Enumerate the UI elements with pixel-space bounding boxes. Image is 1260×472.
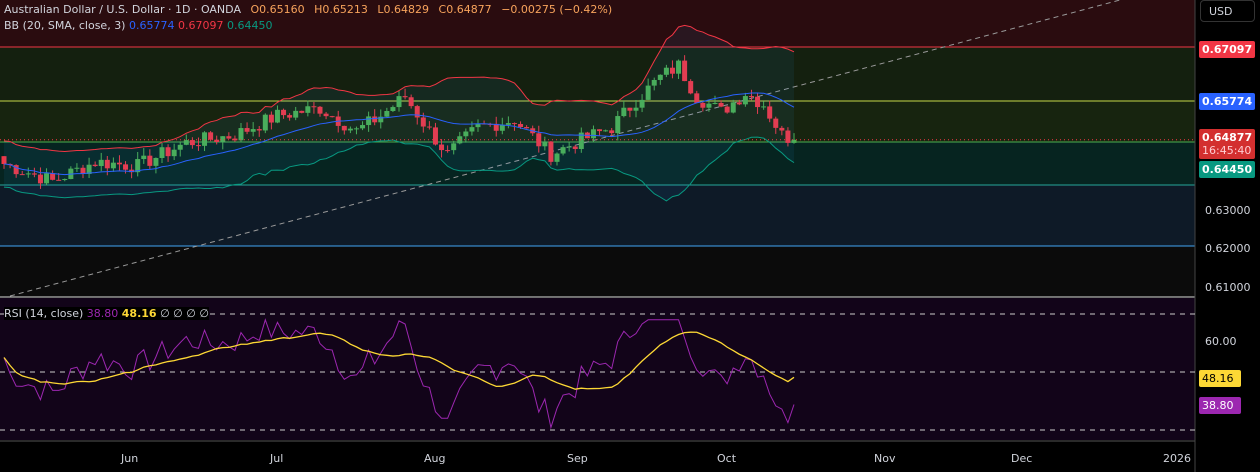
time-label: Dec (1011, 452, 1033, 465)
rsi-extra: ∅ (173, 307, 183, 320)
time-label: 2026 (1163, 452, 1191, 465)
rsi-label: RSI (14, close) (4, 307, 84, 320)
bb-label: BB (20, SMA, close, 3) (4, 19, 126, 32)
price-tick: 0.62000 (1205, 242, 1251, 255)
symbol-title: Australian Dollar / U.S. Dollar · 1D · O… (4, 3, 241, 16)
bar-countdown: 16:45:40 (1202, 144, 1252, 157)
rsi-legend[interactable]: RSI (14, close) 38.80 48.16 ∅ ∅ ∅ ∅ (4, 307, 209, 320)
high-value: H0.65213 (314, 3, 368, 16)
bb-basis-value: 0.65774 (128, 19, 175, 32)
rsi-value: 38.80 (86, 307, 119, 320)
last-price: 0.64877 (1202, 131, 1253, 144)
change-value: −0.00275 (−0.42%) (501, 3, 613, 16)
bb-upper-tag: 0.67097 (1199, 41, 1255, 58)
price-tick: 0.61000 (1205, 281, 1251, 294)
price-zone (0, 47, 1195, 101)
time-label: Jul (270, 452, 284, 465)
bb-lower-value: 0.64450 (226, 19, 273, 32)
rsi-ma-value: 48.16 (121, 307, 157, 320)
rsi-tick: 60.00 (1205, 335, 1237, 348)
price-zone (0, 185, 1195, 246)
last-price-tag: 0.64877 16:45:40 (1199, 129, 1255, 159)
bb-upper-value: 0.67097 (177, 19, 224, 32)
rsi-tag: 38.80 (1199, 397, 1241, 414)
rsi-ma-tag: 48.16 (1199, 370, 1241, 387)
bb-basis-tag: 0.65774 (1199, 93, 1255, 110)
price-tick: 0.63000 (1205, 204, 1251, 217)
rsi-extra: ∅ (160, 307, 170, 320)
open-value: O0.65160 (250, 3, 305, 16)
time-label: Jun (121, 452, 139, 465)
rsi-extra: ∅ (199, 307, 209, 320)
low-value: L0.64829 (377, 3, 430, 16)
bb-lower-tag: 0.64450 (1199, 161, 1255, 178)
time-label: Sep (567, 452, 588, 465)
close-value: C0.64877 (438, 3, 492, 16)
bb-legend[interactable]: BB (20, SMA, close, 3) 0.65774 0.67097 0… (4, 19, 272, 32)
time-label: Oct (717, 452, 737, 465)
currency-button[interactable]: USD (1200, 0, 1255, 22)
price-chart[interactable] (0, 0, 1260, 472)
time-label: Nov (874, 452, 896, 465)
symbol-legend: Australian Dollar / U.S. Dollar · 1D · O… (4, 3, 612, 16)
time-label: Aug (424, 452, 446, 465)
rsi-extra: ∅ (186, 307, 196, 320)
price-zone (0, 246, 1195, 297)
